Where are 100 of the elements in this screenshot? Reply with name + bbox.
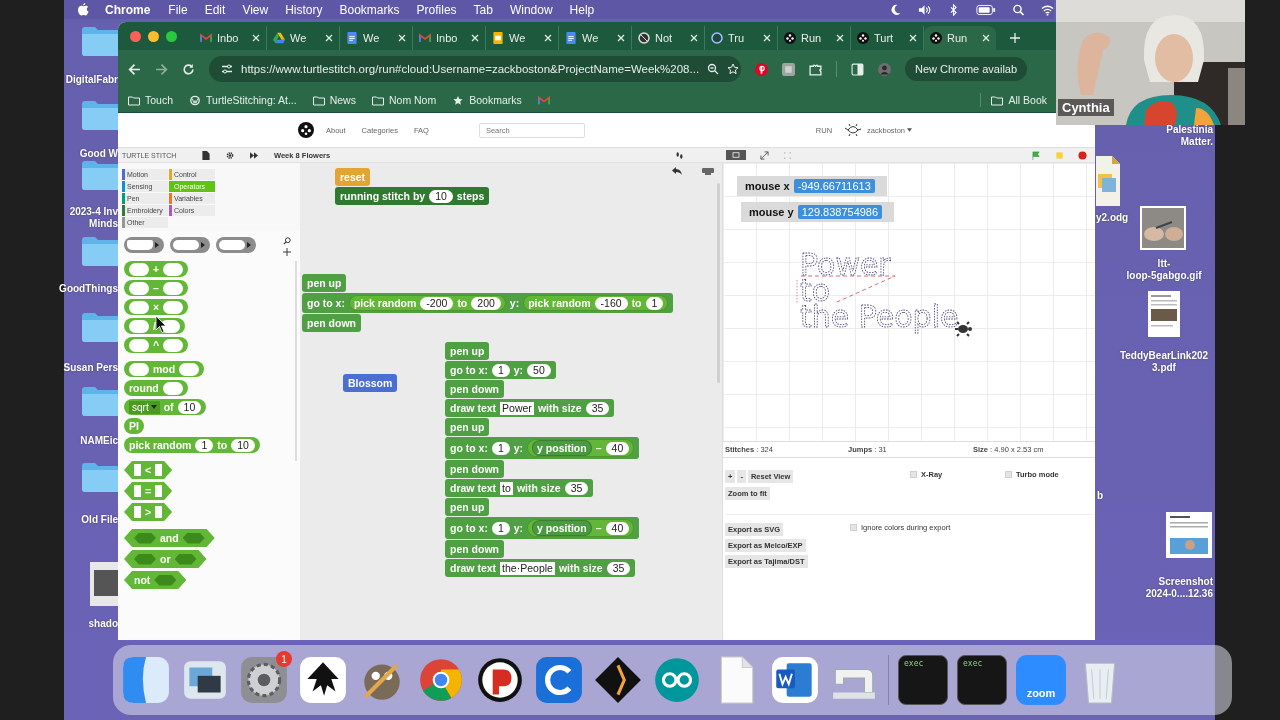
number-slot[interactable]: 40 xyxy=(605,521,630,535)
text-slot[interactable]: the·People xyxy=(500,561,555,575)
checkbox[interactable] xyxy=(910,471,917,478)
reporter-block[interactable]: pick random -200 to 200 xyxy=(348,295,506,311)
folder-icon[interactable] xyxy=(82,160,118,190)
command-block[interactable]: running stitch by 10 steps xyxy=(335,187,490,205)
site-settings-icon[interactable] xyxy=(221,63,233,75)
flag-icon[interactable] xyxy=(1032,150,1041,160)
folder-icon[interactable] xyxy=(82,386,118,416)
reporter-block[interactable]: y position xyxy=(532,440,592,456)
number-slot[interactable]: -160 xyxy=(594,296,628,310)
number-slot[interactable]: -200 xyxy=(420,296,454,310)
number-slot[interactable]: 1 xyxy=(645,296,664,310)
ring-block[interactable] xyxy=(216,237,256,253)
back-icon[interactable] xyxy=(128,62,141,76)
menu-item[interactable]: Bookmarks xyxy=(339,2,400,17)
number-slot[interactable]: 1 xyxy=(491,441,510,455)
folder-icon[interactable] xyxy=(82,462,118,492)
menu-item[interactable]: Profiles xyxy=(416,2,457,17)
menu-item[interactable]: View xyxy=(242,2,269,17)
close-icon[interactable] xyxy=(690,34,698,42)
close-icon[interactable] xyxy=(544,34,552,42)
close-icon[interactable] xyxy=(836,34,844,42)
number-slot[interactable]: 35 xyxy=(585,401,610,415)
search-icon[interactable] xyxy=(283,237,291,245)
text-slot[interactable]: Power xyxy=(500,401,534,415)
app-icon[interactable]: exec xyxy=(957,655,1007,705)
menu-item[interactable]: Edit xyxy=(204,2,226,17)
star-icon[interactable] xyxy=(727,63,740,75)
reporter-block[interactable]: y position – 40 xyxy=(527,519,635,537)
app-icon[interactable]: exec xyxy=(898,655,948,705)
menu-item[interactable]: Help xyxy=(569,2,595,17)
close-icon[interactable] xyxy=(325,34,333,42)
expand-icon[interactable] xyxy=(760,150,769,160)
reporter-block[interactable]: sqrt of 10 xyxy=(124,399,207,415)
undo-icon[interactable] xyxy=(672,167,682,175)
number-slot[interactable]: 10 xyxy=(177,400,202,414)
text-slot[interactable]: to xyxy=(500,481,513,495)
grid-dots-icon[interactable] xyxy=(783,150,792,160)
keyboard-icon[interactable] xyxy=(702,168,714,175)
volume-icon[interactable] xyxy=(918,3,931,16)
number-slot[interactable]: 50 xyxy=(527,363,551,377)
battery-icon[interactable] xyxy=(976,3,996,16)
number-slot[interactable]: 40 xyxy=(605,441,630,455)
stop-icon[interactable] xyxy=(1078,150,1087,160)
drawing-file-icon[interactable] xyxy=(1096,156,1120,206)
stage-size-button[interactable] xyxy=(726,150,746,160)
footprints-icon[interactable] xyxy=(675,150,684,160)
menu-item[interactable]: Tab xyxy=(473,2,493,17)
bookmark[interactable]: TurtleStitching: At... xyxy=(189,94,297,106)
reload-icon[interactable] xyxy=(182,62,195,76)
document-icon[interactable] xyxy=(1148,291,1180,337)
command-block[interactable]: go to x: 1 y: y position – 40 xyxy=(445,517,640,539)
screenshot-icon[interactable] xyxy=(1166,512,1212,558)
variable-watcher[interactable]: mouse x -949.66711613 xyxy=(737,176,887,196)
puzzle-icon[interactable] xyxy=(809,62,822,76)
moon-icon[interactable] xyxy=(889,3,902,16)
command-block[interactable]: Blossom xyxy=(343,374,398,392)
number-slot[interactable]: 1 xyxy=(195,438,214,452)
number-slot[interactable]: 200 xyxy=(471,296,501,310)
number-slot[interactable]: 1 xyxy=(491,363,510,377)
pin-icon[interactable] xyxy=(755,62,768,76)
menu-item[interactable]: Window xyxy=(509,2,553,17)
dropdown[interactable]: sqrt xyxy=(129,400,160,414)
settings-icon[interactable] xyxy=(226,150,234,160)
search-icon[interactable] xyxy=(1012,3,1025,16)
close-icon[interactable] xyxy=(909,34,917,42)
checkbox[interactable] xyxy=(850,524,857,531)
command-block[interactable]: draw text Power with size 35 xyxy=(445,399,615,417)
app-icon[interactable] xyxy=(770,655,820,705)
app-icon[interactable] xyxy=(593,655,643,705)
plus-icon[interactable] xyxy=(283,248,291,256)
folder-icon[interactable] xyxy=(82,100,118,130)
command-block[interactable]: draw text the·People with size 35 xyxy=(445,559,636,577)
command-block[interactable]: draw text to with size 35 xyxy=(445,479,594,497)
close-icon[interactable] xyxy=(398,34,406,42)
forward-icon[interactable] xyxy=(155,62,168,76)
close-light[interactable] xyxy=(130,30,141,42)
turtle-icon[interactable] xyxy=(845,123,862,137)
bookmark[interactable]: Bookmarks xyxy=(452,94,522,106)
close-icon[interactable] xyxy=(252,34,260,42)
logo-icon[interactable] xyxy=(298,122,314,138)
update-button[interactable]: New Chrome availab xyxy=(905,57,1028,81)
bookmark[interactable]: Touch xyxy=(128,94,174,106)
app-icon[interactable] xyxy=(475,655,525,705)
bookmark[interactable]: News xyxy=(312,94,356,106)
menu-item[interactable]: History xyxy=(285,2,323,17)
checkbox[interactable] xyxy=(1005,471,1012,478)
arrow-icon[interactable] xyxy=(250,150,258,160)
wifi-icon[interactable] xyxy=(1041,3,1054,16)
command-block[interactable]: go to x: 1 y: y position – 40 xyxy=(445,437,640,459)
apple-icon[interactable] xyxy=(78,3,89,16)
number-slot[interactable]: 35 xyxy=(606,561,631,575)
reporter-block[interactable]: pick random 1 to 10 xyxy=(124,437,260,453)
reporter-block[interactable]: y position – 40 xyxy=(527,439,635,457)
menu-item[interactable]: File xyxy=(168,2,188,17)
minimize-light[interactable] xyxy=(148,30,159,42)
folder-icon[interactable] xyxy=(82,26,118,56)
command-block[interactable]: go to x: 1 y: 50 xyxy=(445,361,556,379)
command-block[interactable]: go to x: pick random -200 to 200 y: pick random -160 to 1 xyxy=(302,293,674,313)
